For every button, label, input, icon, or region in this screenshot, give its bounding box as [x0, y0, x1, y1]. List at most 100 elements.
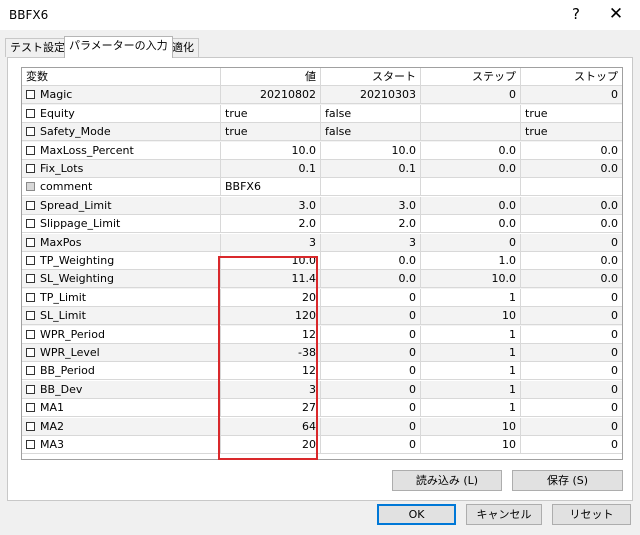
param-value-cell[interactable]: 10.0	[221, 141, 321, 160]
param-value-cell[interactable]: 20210802	[221, 86, 321, 105]
table-row[interactable]: SL_Limit 120 0 10 0	[22, 307, 622, 326]
param-step-cell[interactable]: 1	[421, 288, 521, 307]
param-value-cell[interactable]: 27	[221, 399, 321, 418]
reset-button[interactable]: リセット	[552, 504, 631, 525]
optimize-checkbox[interactable]	[26, 366, 35, 376]
param-value-cell[interactable]: -38	[221, 344, 321, 362]
table-row[interactable]: WPR_Period 12 0 1 0	[22, 325, 622, 344]
table-row[interactable]: SL_Weighting 11.4 0.0 10.0 0.0	[22, 270, 622, 289]
param-stop-cell[interactable]: 0.0	[521, 252, 622, 270]
param-step-cell[interactable]: 1	[421, 344, 521, 362]
param-value-cell[interactable]: 0.1	[221, 160, 321, 178]
param-value-cell[interactable]: 10.0	[221, 252, 321, 270]
param-step-cell[interactable]	[421, 104, 521, 123]
param-stop-cell[interactable]: 0	[521, 234, 622, 252]
param-start-cell[interactable]: 0	[321, 307, 421, 326]
table-row[interactable]: Slippage_Limit 2.0 2.0 0.0 0.0	[22, 215, 622, 234]
param-stop-cell[interactable]: 0.0	[521, 215, 622, 234]
param-stop-cell[interactable]: 0	[521, 307, 622, 326]
tab-parameter-input[interactable]: パラメーターの入力	[64, 36, 173, 58]
param-stop-cell[interactable]: 0.0	[521, 142, 622, 160]
param-start-cell[interactable]: 0	[321, 288, 421, 307]
help-icon[interactable]: ?	[566, 5, 586, 23]
optimize-checkbox[interactable]	[26, 90, 35, 100]
param-start-cell[interactable]: 20210303	[321, 86, 421, 105]
param-value-cell[interactable]: 3	[221, 233, 321, 252]
param-start-cell[interactable]: 3	[321, 233, 421, 252]
param-step-cell[interactable]: 0	[421, 86, 521, 105]
param-stop-cell[interactable]: true	[521, 123, 622, 142]
param-step-cell[interactable]: 1	[421, 380, 521, 399]
param-step-cell[interactable]: 10	[421, 307, 521, 326]
optimize-checkbox[interactable]	[26, 127, 35, 137]
param-step-cell[interactable]: 1.0	[421, 252, 521, 270]
table-row[interactable]: MaxPos 3 3 0 0	[22, 233, 622, 252]
header-step[interactable]: ステップ	[421, 68, 521, 86]
optimize-checkbox[interactable]	[26, 200, 35, 210]
table-row[interactable]: TP_Weighting 10.0 0.0 1.0 0.0	[22, 252, 622, 270]
param-start-cell[interactable]: 0	[321, 380, 421, 399]
param-value-cell[interactable]: 20	[221, 436, 321, 454]
optimize-checkbox[interactable]	[26, 329, 35, 339]
table-row[interactable]: Magic 20210802 20210303 0 0	[22, 86, 622, 105]
table-row[interactable]: TP_Limit 20 0 1 0	[22, 288, 622, 307]
param-step-cell[interactable]: 10	[421, 417, 521, 436]
param-stop-cell[interactable]: 0	[521, 418, 622, 436]
save-button[interactable]: 保存 (S)	[512, 470, 623, 491]
param-step-cell[interactable]: 0.0	[421, 160, 521, 178]
param-stop-cell[interactable]: true	[521, 105, 622, 123]
optimize-checkbox[interactable]	[26, 237, 35, 247]
param-stop-cell[interactable]: 0	[521, 344, 622, 362]
param-stop-cell[interactable]	[521, 178, 622, 197]
param-start-cell[interactable]: 2.0	[321, 215, 421, 234]
param-value-cell[interactable]: 120	[221, 307, 321, 326]
param-start-cell[interactable]: 0	[321, 325, 421, 344]
param-value-cell[interactable]: 3.0	[221, 196, 321, 215]
param-start-cell[interactable]: 0.1	[321, 160, 421, 178]
table-row[interactable]: WPR_Level -38 0 1 0	[22, 344, 622, 363]
param-value-cell[interactable]: 20	[221, 288, 321, 307]
ok-button[interactable]: OK	[377, 504, 456, 525]
param-step-cell[interactable]: 1	[421, 399, 521, 418]
optimize-checkbox[interactable]	[26, 145, 35, 155]
param-start-cell[interactable]: 0	[321, 362, 421, 381]
header-value[interactable]: 値	[221, 68, 321, 86]
cancel-button[interactable]: キャンセル	[466, 504, 542, 525]
optimize-checkbox[interactable]	[26, 421, 35, 431]
param-stop-cell[interactable]: 0.0	[521, 160, 622, 178]
param-step-cell[interactable]: 0.0	[421, 215, 521, 234]
param-value-cell[interactable]: 11.4	[221, 270, 321, 289]
optimize-checkbox[interactable]	[26, 348, 35, 357]
optimize-checkbox[interactable]	[26, 256, 35, 265]
param-stop-cell[interactable]: 0	[521, 399, 622, 418]
tab-test-settings[interactable]: テスト設定	[5, 38, 70, 57]
param-step-cell[interactable]: 1	[421, 362, 521, 381]
optimize-checkbox[interactable]	[26, 219, 35, 229]
optimize-checkbox[interactable]	[26, 164, 35, 173]
param-step-cell[interactable]: 1	[421, 325, 521, 344]
param-step-cell[interactable]: 0.0	[421, 141, 521, 160]
param-start-cell[interactable]: 3.0	[321, 196, 421, 215]
param-stop-cell[interactable]: 0	[521, 436, 622, 454]
optimize-checkbox[interactable]	[26, 292, 35, 302]
table-row[interactable]: BB_Dev 3 0 1 0	[22, 380, 622, 400]
param-value-cell[interactable]: 3	[221, 380, 321, 399]
param-value-cell[interactable]: true	[221, 123, 321, 142]
optimize-checkbox[interactable]	[26, 440, 35, 449]
param-value-cell[interactable]: BBFX6	[221, 178, 321, 197]
header-start[interactable]: スタート	[321, 68, 421, 86]
param-stop-cell[interactable]: 0.0	[521, 270, 622, 289]
table-row[interactable]: Equity true false true	[22, 104, 622, 123]
optimize-checkbox[interactable]	[26, 311, 35, 321]
param-value-cell[interactable]: 2.0	[221, 215, 321, 234]
close-icon[interactable]: ✕	[604, 4, 628, 24]
param-start-cell[interactable]: 0	[321, 417, 421, 436]
param-step-cell[interactable]	[421, 178, 521, 197]
optimize-checkbox[interactable]	[26, 403, 35, 413]
param-stop-cell[interactable]: 0	[521, 86, 622, 105]
optimize-checkbox[interactable]	[26, 108, 35, 118]
param-start-cell[interactable]: 0.0	[321, 252, 421, 270]
optimize-checkbox[interactable]	[26, 274, 35, 284]
param-start-cell[interactable]: 0.0	[321, 270, 421, 289]
param-step-cell[interactable]: 10.0	[421, 270, 521, 289]
